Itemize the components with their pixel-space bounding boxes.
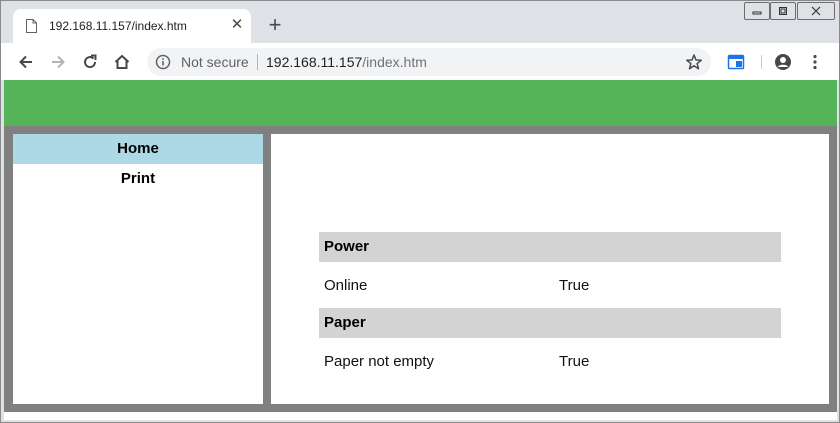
browser-toolbar: Not secure 192.168.11.157/index.htm [1, 43, 839, 80]
page-icon [26, 19, 37, 33]
url-text[interactable]: 192.168.11.157/index.htm [266, 54, 427, 70]
page-frame: Home Print Power Online True Paper Paper… [4, 126, 837, 412]
menu-icon [813, 54, 817, 70]
extension-icon [727, 54, 745, 70]
menu-button[interactable] [804, 51, 826, 73]
forward-button[interactable] [47, 51, 69, 73]
table-row: Online True [319, 262, 781, 308]
security-label: Not secure [181, 54, 249, 70]
minimize-button[interactable] [744, 2, 770, 20]
row-key-online: Online [324, 277, 368, 294]
window-close-button[interactable] [797, 2, 835, 20]
tab-title: 192.168.11.157/index.htm [49, 19, 187, 33]
row-value-online: True [559, 277, 590, 294]
address-bar[interactable]: Not secure 192.168.11.157/index.htm [147, 48, 711, 76]
window-close-icon [811, 6, 821, 16]
sidebar-item-home[interactable]: Home [13, 134, 263, 164]
status-table: Power Online True Paper Paper not empty … [319, 232, 781, 384]
minimize-icon [752, 11, 762, 15]
home-button[interactable] [111, 51, 133, 73]
row-key-paper-not-empty: Paper not empty [324, 353, 435, 370]
tab-strip: 192.168.11.157/index.htm ✕ + [1, 1, 839, 43]
info-icon[interactable] [155, 54, 171, 70]
row-value-paper-not-empty: True [559, 353, 590, 370]
table-row: Paper not empty True [319, 338, 781, 384]
section-header-paper: Paper [319, 308, 781, 338]
section-header-power: Power [319, 232, 781, 262]
reload-icon [84, 54, 97, 69]
page-viewport: Home Print Power Online True Paper Paper… [4, 80, 837, 420]
url-host: 192.168.11.157 [266, 54, 363, 70]
extension-button[interactable] [725, 51, 747, 73]
browser-tab[interactable]: 192.168.11.157/index.htm ✕ [13, 9, 251, 43]
page-header-bar [4, 80, 837, 126]
browser-window: 192.168.11.157/index.htm ✕ + Not secure [0, 0, 840, 423]
sidebar-item-print[interactable]: Print [13, 164, 263, 194]
url-path: /index.htm [362, 54, 427, 70]
back-icon [19, 55, 32, 69]
star-icon[interactable] [685, 53, 703, 71]
main-content: Power Online True Paper Paper not empty … [271, 134, 829, 404]
reload-button[interactable] [79, 51, 101, 73]
back-button[interactable] [15, 51, 37, 73]
restore-icon [779, 7, 787, 15]
home-icon [114, 54, 130, 69]
close-icon[interactable]: ✕ [229, 17, 245, 33]
sidebar-nav: Home Print [13, 134, 263, 404]
new-tab-icon[interactable]: + [263, 14, 287, 38]
account-button[interactable] [772, 51, 794, 73]
forward-icon [52, 55, 65, 69]
maximize-button[interactable] [770, 2, 796, 20]
address-separator [257, 54, 258, 70]
account-icon [775, 54, 791, 70]
toolbar-separator [761, 55, 762, 69]
